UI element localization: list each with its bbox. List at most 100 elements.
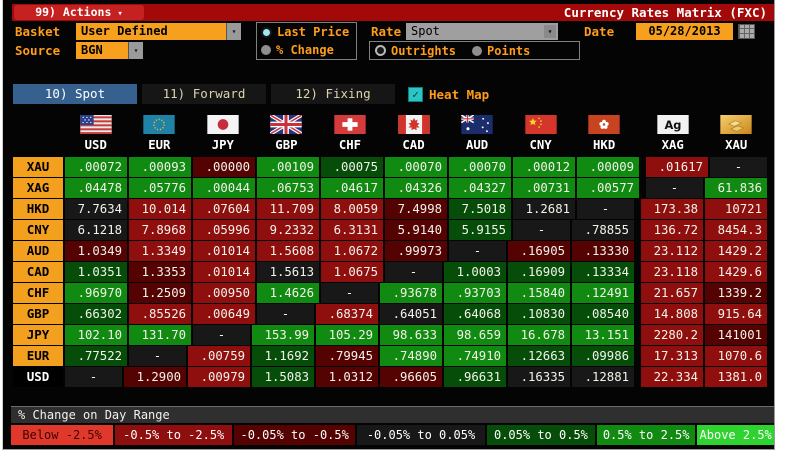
heat-map-toggle[interactable]: ✓ Heat Map — [408, 87, 489, 102]
radio-last-price[interactable]: Last Price — [257, 23, 356, 41]
row-header-xag[interactable]: XAG — [13, 178, 63, 198]
cell-usd-cny[interactable]: .16335 — [508, 367, 570, 387]
cell-jpy-eur[interactable]: 131.70 — [129, 325, 191, 345]
cell-cny-cad[interactable]: 5.9140 — [385, 220, 447, 240]
cell-cny-xau[interactable]: 8454.3 — [705, 220, 767, 240]
cell-xau-jpy[interactable]: .00000 — [193, 157, 255, 177]
row-header-jpy[interactable]: JPY — [13, 325, 63, 345]
cell-gbp-chf[interactable]: .68374 — [316, 304, 378, 324]
cell-xag-chf[interactable]: .04617 — [321, 178, 383, 198]
cell-chf-gbp[interactable]: 1.4626 — [257, 283, 319, 303]
cell-aud-xag[interactable]: 23.112 — [641, 241, 703, 261]
cell-hkd-chf[interactable]: 8.0059 — [321, 199, 383, 219]
cell-usd-cad[interactable]: .96605 — [380, 367, 442, 387]
cell-cad-gbp[interactable]: 1.5613 — [257, 262, 319, 282]
tab-forward[interactable]: 11) Forward — [142, 84, 266, 104]
cell-cad-eur[interactable]: 1.3353 — [129, 262, 191, 282]
cell-chf-aud[interactable]: .93703 — [444, 283, 506, 303]
cell-cny-jpy[interactable]: .05996 — [193, 220, 255, 240]
cell-cad-xau[interactable]: 1429.6 — [705, 262, 767, 282]
cell-jpy-gbp[interactable]: 153.99 — [252, 325, 314, 345]
cell-cad-usd[interactable]: 1.0351 — [65, 262, 127, 282]
cell-cny-cny[interactable]: - — [513, 220, 570, 240]
cell-usd-jpy[interactable]: .00979 — [188, 367, 250, 387]
cell-eur-xau[interactable]: 1070.6 — [705, 346, 767, 366]
cell-xau-chf[interactable]: .00075 — [321, 157, 383, 177]
cell-usd-chf[interactable]: 1.0312 — [316, 367, 378, 387]
cell-gbp-cad[interactable]: .64051 — [380, 304, 442, 324]
cell-xag-eur[interactable]: .05776 — [129, 178, 191, 198]
cell-cny-hkd[interactable]: .78855 — [572, 220, 634, 240]
tab-spot[interactable]: 10) Spot — [13, 84, 137, 104]
cell-chf-usd[interactable]: .96970 — [65, 283, 127, 303]
cell-gbp-aud[interactable]: .64068 — [444, 304, 506, 324]
actions-menu-button[interactable]: 99) Actions ▾ — [14, 5, 144, 20]
cell-hkd-gbp[interactable]: 11.709 — [257, 199, 319, 219]
cell-jpy-xau[interactable]: 141001 — [705, 325, 767, 345]
cell-xau-cny[interactable]: .00012 — [513, 157, 575, 177]
heat-map-checkbox[interactable]: ✓ — [408, 87, 423, 102]
cell-gbp-gbp[interactable]: - — [257, 304, 314, 324]
cell-eur-cny[interactable]: .12663 — [508, 346, 570, 366]
cell-xau-eur[interactable]: .00093 — [129, 157, 191, 177]
row-header-gbp[interactable]: GBP — [13, 304, 63, 324]
cell-hkd-eur[interactable]: 10.014 — [129, 199, 191, 219]
cell-eur-chf[interactable]: .79945 — [316, 346, 378, 366]
cell-eur-hkd[interactable]: .09986 — [572, 346, 634, 366]
cell-xau-hkd[interactable]: .00009 — [577, 157, 639, 177]
cell-xag-cny[interactable]: .00731 — [513, 178, 575, 198]
cell-chf-eur[interactable]: 1.2509 — [129, 283, 191, 303]
cell-jpy-jpy[interactable]: - — [193, 325, 250, 345]
cell-gbp-hkd[interactable]: .08540 — [572, 304, 634, 324]
rate-caret-icon[interactable]: ▾ — [544, 25, 556, 38]
cell-cad-chf[interactable]: 1.0675 — [321, 262, 383, 282]
cell-usd-xag[interactable]: 22.334 — [641, 367, 703, 387]
cell-chf-hkd[interactable]: .12491 — [572, 283, 634, 303]
cell-eur-cad[interactable]: .74890 — [380, 346, 442, 366]
cell-eur-usd[interactable]: .77522 — [65, 346, 127, 366]
cell-aud-aud[interactable]: - — [449, 241, 506, 261]
row-header-usd[interactable]: USD — [13, 367, 63, 387]
column-header-aud[interactable]: AUD — [446, 137, 508, 154]
cell-usd-hkd[interactable]: .12881 — [572, 367, 634, 387]
cell-gbp-xau[interactable]: 915.64 — [705, 304, 767, 324]
cell-xag-gbp[interactable]: .06753 — [257, 178, 319, 198]
column-header-cny[interactable]: CNY — [510, 137, 572, 154]
rate-select[interactable]: Spot ▾ — [406, 23, 558, 40]
cell-xag-usd[interactable]: .04478 — [65, 178, 127, 198]
cell-xag-xau[interactable]: 61.836 — [705, 178, 767, 198]
cell-usd-eur[interactable]: 1.2900 — [124, 367, 186, 387]
cell-cad-cad[interactable]: - — [385, 262, 442, 282]
cell-aud-gbp[interactable]: 1.5608 — [257, 241, 319, 261]
radio-points[interactable]: Points — [472, 43, 530, 58]
basket-caret-icon[interactable]: ▾ — [226, 23, 241, 40]
cell-chf-jpy[interactable]: .00950 — [193, 283, 255, 303]
cell-usd-gbp[interactable]: 1.5083 — [252, 367, 314, 387]
row-header-xau[interactable]: XAU — [13, 157, 63, 177]
cell-aud-jpy[interactable]: .01014 — [193, 241, 255, 261]
column-header-hkd[interactable]: HKD — [573, 137, 635, 154]
column-header-usd[interactable]: USD — [65, 137, 127, 154]
cell-xag-hkd[interactable]: .00577 — [577, 178, 639, 198]
cell-cad-aud[interactable]: 1.0003 — [444, 262, 506, 282]
cell-jpy-xag[interactable]: 2280.2 — [641, 325, 703, 345]
cell-hkd-aud[interactable]: 7.5018 — [449, 199, 511, 219]
cell-gbp-cny[interactable]: .10830 — [508, 304, 570, 324]
cell-hkd-xag[interactable]: 173.38 — [641, 199, 703, 219]
cell-xag-aud[interactable]: .04327 — [449, 178, 511, 198]
cell-chf-xau[interactable]: 1339.2 — [705, 283, 767, 303]
cell-aud-usd[interactable]: 1.0349 — [65, 241, 127, 261]
cell-jpy-cad[interactable]: 98.633 — [380, 325, 442, 345]
date-input[interactable]: 05/28/2013 — [636, 23, 733, 40]
row-header-eur[interactable]: EUR — [13, 346, 63, 366]
cell-aud-cad[interactable]: .99973 — [385, 241, 447, 261]
cell-xau-usd[interactable]: .00072 — [65, 157, 127, 177]
cell-xag-jpy[interactable]: .00044 — [193, 178, 255, 198]
column-header-eur[interactable]: EUR — [129, 137, 191, 154]
row-header-hkd[interactable]: HKD — [13, 199, 63, 219]
cell-xau-gbp[interactable]: .00109 — [257, 157, 319, 177]
column-header-xag[interactable]: XAG — [642, 137, 704, 154]
cell-eur-gbp[interactable]: 1.1692 — [252, 346, 314, 366]
cell-gbp-xag[interactable]: 14.808 — [641, 304, 703, 324]
cell-eur-aud[interactable]: .74910 — [444, 346, 506, 366]
